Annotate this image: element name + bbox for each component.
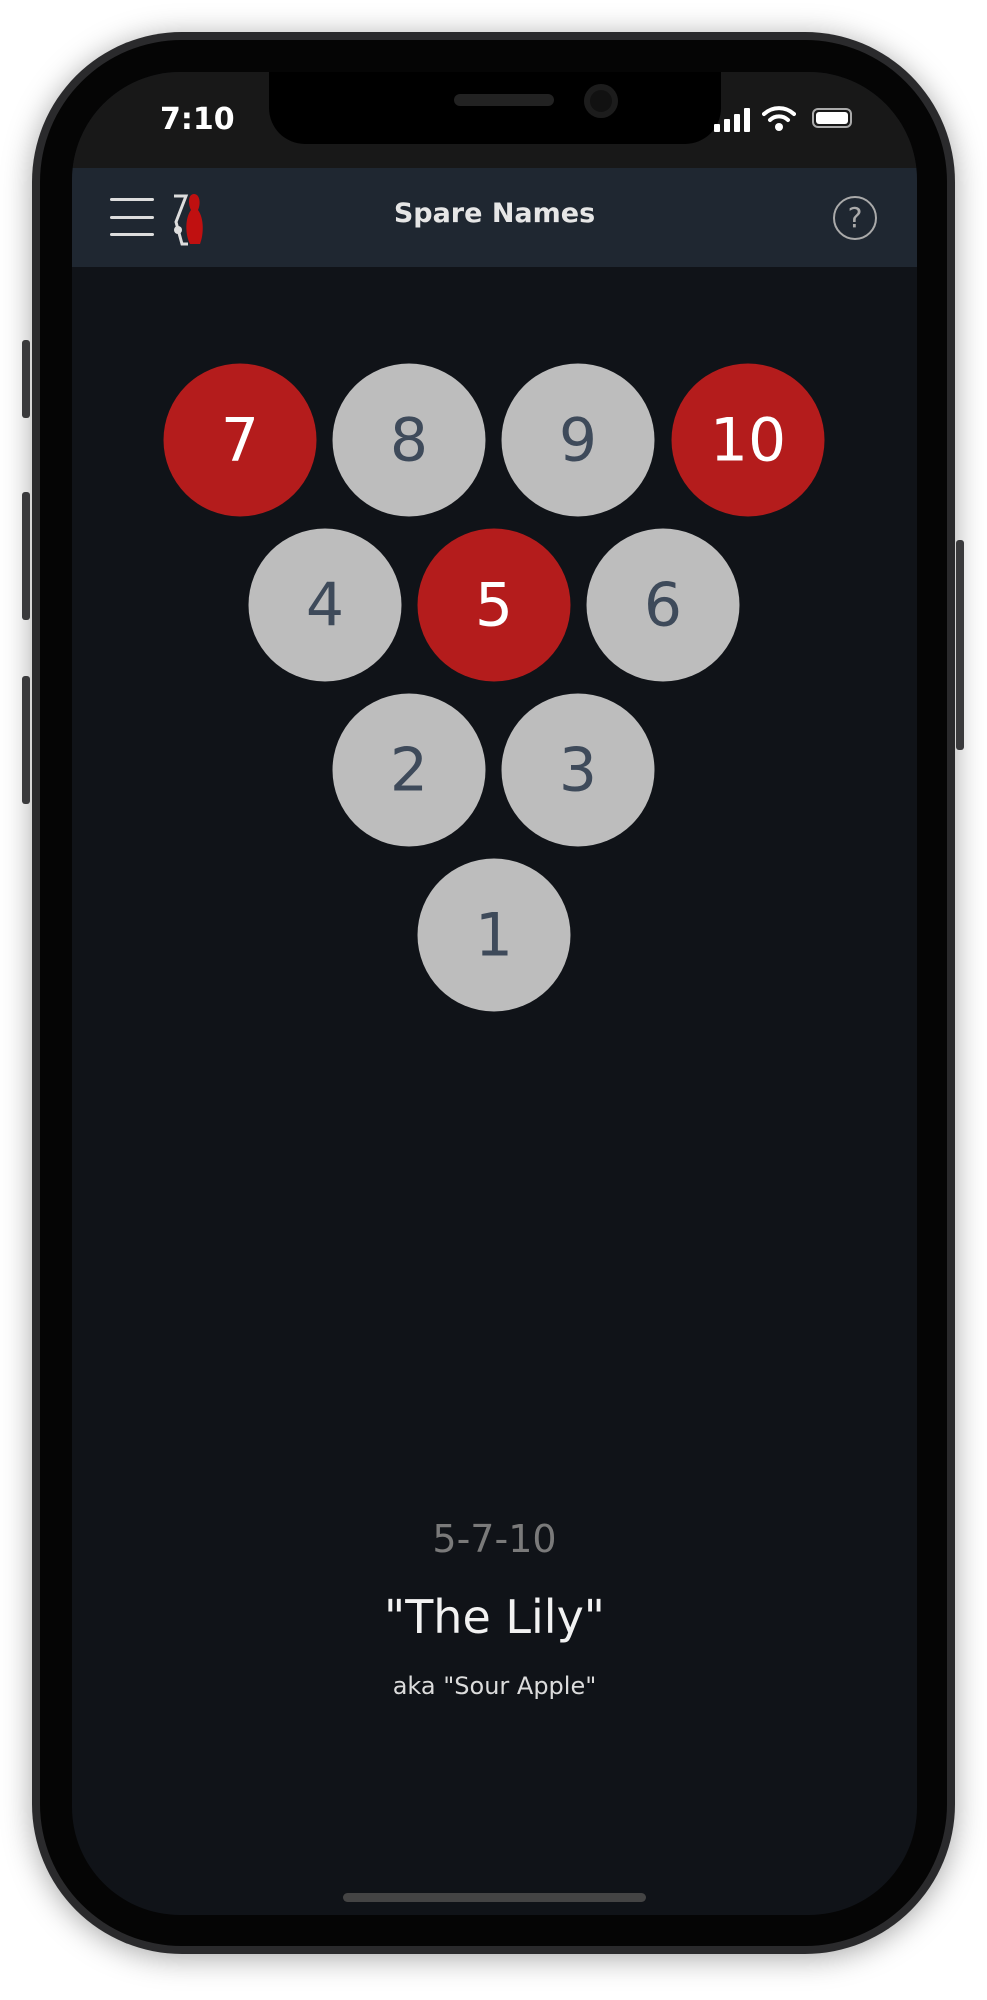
- pin-3[interactable]: 3: [501, 693, 655, 847]
- notch: [269, 72, 721, 144]
- app-header: Spare Names ?: [72, 168, 917, 267]
- pin-9[interactable]: 9: [501, 363, 655, 517]
- status-time: 7:10: [160, 102, 235, 137]
- app-screen: 7:10 Spare Names ? 7 8 9 10 4 5 6 2 3 1 5-7-10 "T…: [72, 72, 917, 1915]
- power-button: [956, 540, 964, 750]
- pin-8[interactable]: 8: [332, 363, 486, 517]
- pin-6[interactable]: 6: [586, 528, 740, 682]
- spare-name: "The Lily": [384, 1590, 605, 1644]
- pin-5[interactable]: 5: [417, 528, 571, 682]
- battery-icon: [812, 108, 852, 128]
- mute-switch: [22, 340, 30, 418]
- home-indicator[interactable]: [343, 1893, 646, 1902]
- pin-7[interactable]: 7: [163, 363, 317, 517]
- help-icon[interactable]: ?: [833, 196, 877, 240]
- pin-4[interactable]: 4: [248, 528, 402, 682]
- status-bar: 7:10: [72, 72, 917, 168]
- pin-2[interactable]: 2: [332, 693, 486, 847]
- pin-1[interactable]: 1: [417, 858, 571, 1012]
- front-camera: [584, 84, 618, 118]
- volume-up-button: [22, 492, 30, 620]
- page-title: Spare Names: [393, 198, 596, 229]
- pin-leave-label: 5-7-10: [432, 1517, 557, 1561]
- pin-10[interactable]: 10: [671, 363, 825, 517]
- speaker-grille: [454, 94, 554, 106]
- signal-icon: [714, 108, 750, 132]
- spare-alias: aka "Sour Apple": [392, 1672, 597, 1700]
- wifi-icon: [762, 106, 796, 131]
- volume-down-button: [22, 676, 30, 804]
